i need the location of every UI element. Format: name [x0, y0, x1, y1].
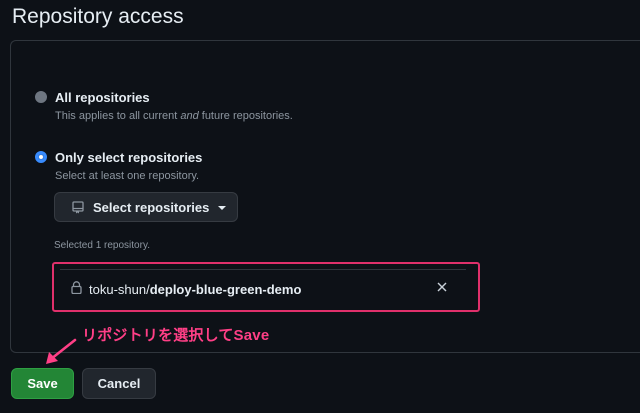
repo-owner: toku-shun/ [89, 282, 150, 297]
divider [60, 269, 466, 270]
selected-count-text: Selected 1 repository. [54, 240, 150, 251]
close-icon[interactable] [437, 282, 447, 292]
repo-name: deploy-blue-green-demo [149, 282, 302, 297]
cancel-button[interactable]: Cancel [82, 368, 156, 399]
annotation-arrow-icon [46, 338, 77, 364]
select-repositories-button[interactable]: Select repositories [54, 192, 238, 222]
select-repositories-label: Select repositories [93, 200, 210, 215]
only-select-repositories-description: Select at least one repository. [55, 170, 200, 182]
selected-repo-item: toku-shun/deploy-blue-green-demo [52, 262, 480, 312]
section-title: Repository access [12, 5, 184, 28]
caret-down-icon [218, 206, 226, 210]
save-button[interactable]: Save [11, 368, 74, 399]
annotation-text: リポジトリを選択してSave [82, 327, 270, 344]
only-select-repositories-label[interactable]: Only select repositories [55, 150, 202, 165]
repo-icon [72, 201, 84, 214]
selected-repo-path: toku-shun/deploy-blue-green-demo [89, 282, 301, 297]
all-repositories-label[interactable]: All repositories [55, 90, 150, 105]
all-repositories-description: This applies to all current and future r… [55, 110, 293, 122]
only-select-repositories-radio[interactable] [35, 151, 47, 163]
lock-icon [71, 281, 82, 294]
all-repositories-radio[interactable] [35, 91, 47, 103]
